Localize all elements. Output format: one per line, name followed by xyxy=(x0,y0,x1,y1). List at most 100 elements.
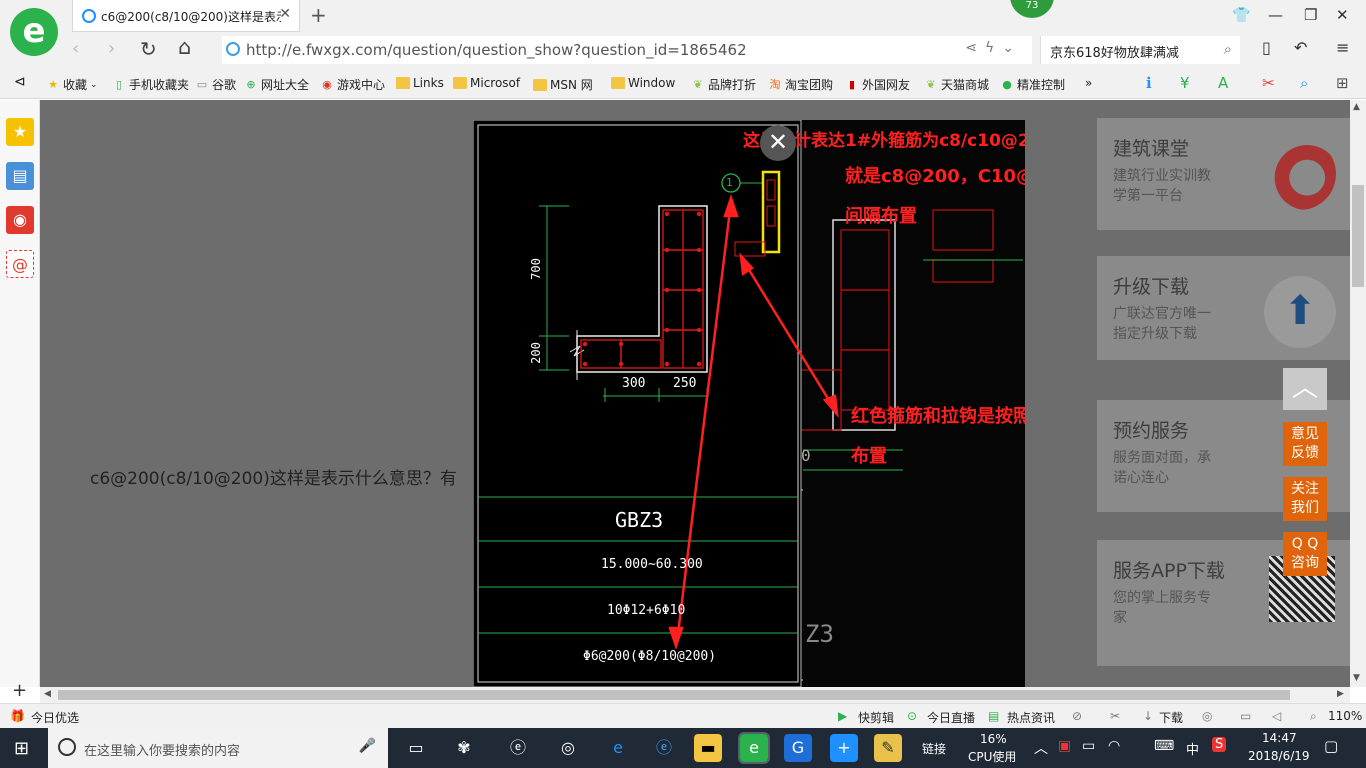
sogou-icon[interactable]: S xyxy=(1212,737,1227,752)
bookmark-item[interactable]: ● 精准控制 xyxy=(1000,76,1065,93)
add-sidebar-button[interactable]: + xyxy=(12,680,27,701)
home-button[interactable]: ⌂ xyxy=(178,35,191,59)
task-view-icon[interactable]: ▭ xyxy=(402,734,430,762)
cortana-icon[interactable] xyxy=(58,738,76,756)
ie-browser-icon[interactable]: ⓔ xyxy=(650,734,678,762)
close-window-button[interactable]: ✕ xyxy=(1336,6,1349,24)
follow-us-button[interactable]: 关注 我们 xyxy=(1283,477,1327,521)
scroll-up-arrow-icon[interactable]: ▲ xyxy=(1353,102,1360,112)
live-icon[interactable]: ⊙ xyxy=(907,709,917,723)
bookmark-item[interactable]: ▮ 外国网友 xyxy=(845,76,910,93)
notification-badge[interactable]: 73 xyxy=(1010,0,1054,18)
hot-news-link[interactable]: 热点资讯 xyxy=(1007,709,1055,726)
address-bar[interactable]: http://e.fwxgx.com/question/question_sho… xyxy=(222,36,1032,64)
gift-icon[interactable]: 🎁 xyxy=(10,709,25,723)
wifi-icon[interactable]: ◠ xyxy=(1108,738,1120,754)
bookmark-item[interactable]: 淘淘宝团购 xyxy=(768,76,834,93)
lightbox-close-button[interactable]: ✕ xyxy=(760,125,796,161)
translate-icon[interactable]: A xyxy=(1218,74,1228,92)
favorites-star-icon[interactable]: ★ xyxy=(6,118,34,146)
windows-start-icon[interactable]: ⊞ xyxy=(14,738,29,759)
extension-icon[interactable]: ℹ xyxy=(1146,74,1152,92)
mail-icon[interactable]: @ xyxy=(6,250,34,278)
tools-icon[interactable]: ✂ xyxy=(1110,709,1120,723)
sound-icon[interactable]: ◁ xyxy=(1272,709,1281,723)
tab-close-icon[interactable]: ✕ xyxy=(279,6,291,22)
tray-expand-icon[interactable]: ︿ xyxy=(1034,738,1048,758)
shield-icon[interactable]: ¥ xyxy=(1180,74,1190,92)
qq-consult-button[interactable]: Q Q 咨询 xyxy=(1283,532,1327,576)
bookmark-item[interactable]: ❦ 品牌打折 xyxy=(691,76,756,93)
bookmark-item[interactable]: ⊕ 网址大全 xyxy=(244,76,309,93)
speed-icon[interactable]: ⊘ xyxy=(1072,709,1082,723)
spiral-app-icon[interactable]: ◎ xyxy=(554,734,582,762)
battery-icon[interactable]: ▭ xyxy=(1082,738,1095,754)
new-tab-button[interactable]: + xyxy=(310,3,327,27)
clean-icon[interactable]: ◎ xyxy=(1202,709,1212,723)
more-bookmarks-icon[interactable]: » xyxy=(1085,76,1092,90)
grid-icon[interactable]: ⊞ xyxy=(1336,74,1349,92)
bookmark-favorites[interactable]: ★ 收藏 ⌄ xyxy=(46,76,98,93)
bookmark-folder[interactable]: Window xyxy=(611,76,675,90)
today-live-link[interactable]: 今日直播 xyxy=(927,709,975,726)
undo-icon[interactable]: ↶ xyxy=(1294,38,1307,57)
download-icon[interactable]: ↓ xyxy=(1143,709,1153,723)
browser-tab[interactable]: c6@200(c8/10@200)这样是表示 ✕ xyxy=(72,0,300,32)
gift-tray-icon[interactable]: ▣ xyxy=(1058,738,1071,754)
minimize-button[interactable]: — xyxy=(1268,6,1283,24)
clock-date[interactable]: 2018/6/19 xyxy=(1248,749,1310,763)
bookmark-item[interactable]: ❦ 天猫商城 xyxy=(924,76,989,93)
bookmark-item[interactable]: ▯ 手机收藏夹 xyxy=(112,76,189,93)
plus-app-icon[interactable]: + xyxy=(830,734,858,762)
magnifier-icon[interactable]: ⌕ xyxy=(1300,74,1308,92)
pinwheel-app-icon[interactable]: ✾ xyxy=(450,734,478,762)
maximize-button[interactable]: ❐ xyxy=(1304,6,1317,24)
back-button[interactable]: ‹ xyxy=(72,38,79,59)
news-icon[interactable]: ▤ xyxy=(988,709,999,723)
taskbar-search-placeholder[interactable]: 在这里输入你要搜索的内容 xyxy=(84,740,240,759)
download-link[interactable]: 下载 xyxy=(1159,709,1183,726)
feedback-button[interactable]: 意见 反馈 xyxy=(1283,422,1327,466)
phone-icon[interactable]: ▯ xyxy=(1262,38,1271,57)
ime-indicator[interactable]: 中 xyxy=(1186,739,1199,758)
scroll-down-arrow-icon[interactable]: ▼ xyxy=(1353,673,1360,683)
g-app-icon[interactable]: G xyxy=(784,734,812,762)
bookmark-folder[interactable]: Links xyxy=(396,76,444,90)
skin-icon[interactable]: 👕 xyxy=(1232,6,1251,24)
share-icon[interactable]: ⋖ϟ⌄ xyxy=(965,40,1022,56)
scroll-right-arrow-icon[interactable]: ▶ xyxy=(1337,689,1344,699)
taskbar-search[interactable]: 在这里输入你要搜索的内容 🎤 xyxy=(48,728,388,768)
search-box[interactable]: 京东618好物放肆满减 ⌕ xyxy=(1040,36,1240,64)
weibo-icon[interactable]: ◉ xyxy=(6,206,34,234)
sidebar-toggle-icon[interactable]: ⊲ xyxy=(14,74,26,90)
notification-center-icon[interactable]: ▢ xyxy=(1324,737,1338,755)
bookmark-folder[interactable]: MSN 网 xyxy=(533,76,593,93)
vertical-scroll-thumb[interactable] xyxy=(1352,185,1364,287)
browser-2345-icon[interactable]: e xyxy=(738,732,770,764)
menu-icon[interactable]: ≡ xyxy=(1336,38,1349,57)
bookmark-item[interactable]: ◉ 游戏中心 xyxy=(320,76,385,93)
search-icon[interactable]: ⌕ xyxy=(1224,40,1232,58)
zoom-icon[interactable]: ⌕ xyxy=(1310,709,1317,724)
forward-button[interactable]: › xyxy=(108,38,115,59)
scroll-left-arrow-icon[interactable]: ◀ xyxy=(44,689,51,699)
file-explorer-icon[interactable]: ▬ xyxy=(694,734,722,762)
url-text[interactable]: http://e.fwxgx.com/question/question_sho… xyxy=(246,41,747,59)
microphone-icon[interactable]: 🎤 xyxy=(359,738,376,754)
quick-edit-icon[interactable]: ▶ xyxy=(838,709,847,723)
browser-logo-icon[interactable]: e xyxy=(10,8,58,56)
notes-app-icon[interactable]: ✎ xyxy=(874,734,902,762)
reload-button[interactable]: ↻ xyxy=(140,37,157,61)
reader-icon[interactable]: ▤ xyxy=(6,162,34,190)
search-value[interactable]: 京东618好物放肆满减 xyxy=(1050,42,1179,61)
clock-time[interactable]: 14:47 xyxy=(1262,731,1297,745)
link-label[interactable]: 链接 xyxy=(922,740,946,757)
zoom-level[interactable]: 110% xyxy=(1328,709,1362,723)
card-upgrade-download[interactable]: 升级下载 广联达官方唯一 指定升级下载 ⬆ xyxy=(1097,256,1350,360)
ie-app-icon[interactable]: ⓔ xyxy=(504,734,532,762)
card-building-class[interactable]: 建筑课堂 建筑行业实训教 学第一平台 xyxy=(1097,118,1350,230)
edge-browser-icon[interactable]: e xyxy=(604,734,632,762)
bookmark-folder[interactable]: Microsof xyxy=(453,76,520,90)
today-picks-link[interactable]: 今日优选 xyxy=(31,709,79,726)
horizontal-scroll-thumb[interactable] xyxy=(58,690,1290,700)
